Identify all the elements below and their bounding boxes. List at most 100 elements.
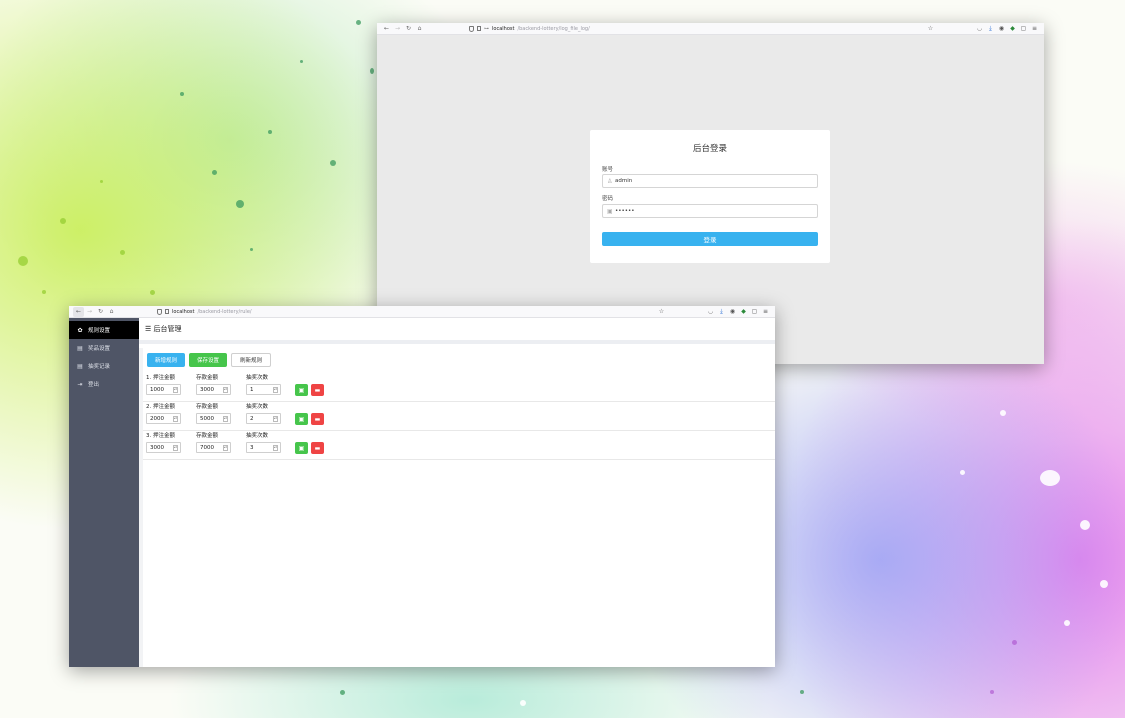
stepper-arrows-icon[interactable]: ▴▾ <box>173 387 178 393</box>
password-input[interactable]: ▣ •••••• <box>602 204 818 218</box>
bookmark-star-icon[interactable]: ☆ <box>925 24 936 34</box>
bet-amount-input[interactable]: 1000 ▴▾ <box>146 384 181 395</box>
refresh-rules-button[interactable]: 刷新规则 <box>231 353 272 367</box>
permissions-icon[interactable]: ⊶ <box>484 26 489 32</box>
bet-amount-input[interactable]: 3000 ▴▾ <box>146 442 181 453</box>
rules-toolbar: 新增规则 保存设置 刷新规则 <box>147 353 272 367</box>
draw-count-input[interactable]: 2 ▴▾ <box>246 413 281 424</box>
gear-icon: ✿ <box>77 326 83 334</box>
save-rule-button[interactable]: ▣ <box>295 413 308 425</box>
stepper-arrows-icon[interactable]: ▴▾ <box>223 445 228 451</box>
draw-count-input[interactable]: 3 ▴▾ <box>246 442 281 453</box>
reload-icon[interactable]: ↻ <box>403 24 414 34</box>
delete-rule-button[interactable]: ▬ <box>311 413 324 425</box>
rule-row: 3. 押注金额 3000 ▴▾ 存款金额 7000 ▴▾ 抽奖次数 3 ▴▾ ▣ ▬ <box>143 431 775 460</box>
floppy-icon: ▣ <box>298 444 305 452</box>
draw-count-label: 抽奖次数 <box>246 433 269 439</box>
back-icon[interactable]: ← <box>73 306 84 317</box>
add-rule-button[interactable]: 新增规则 <box>147 353 186 367</box>
sidebar-item-prizes[interactable]: ▤ 奖品设置 <box>69 339 139 357</box>
deposit-amount-input[interactable]: 7000 ▴▾ <box>196 442 231 453</box>
stepper-arrows-icon[interactable]: ▴▾ <box>273 387 278 393</box>
browser-toolbar: ← → ↻ ⌂ localhost/backend-lottery/rule/ … <box>69 306 775 318</box>
forward-icon[interactable]: → <box>84 307 95 317</box>
rules-list: 1. 押注金额 1000 ▴▾ 存款金额 3000 ▴▾ 抽奖次数 1 ▴▾ ▣ ▬ <box>143 373 775 460</box>
trash-icon: ▬ <box>314 386 321 394</box>
url-path: /backend-lottery/log_file_log/ <box>517 25 590 32</box>
bet-amount-label: 押注金额 <box>153 375 176 381</box>
rule-index: 3 <box>146 433 150 439</box>
account-value: admin <box>615 178 633 184</box>
url-path: /backend-lottery/rule/ <box>197 308 252 315</box>
floppy-icon: ▣ <box>298 415 305 423</box>
deposit-amount-label: 存款金额 <box>196 404 219 410</box>
trash-icon: ▬ <box>314 415 321 423</box>
address-bar[interactable]: ⊶ localhost/backend-lottery/log_file_log… <box>469 24 590 33</box>
extension-icon[interactable]: ◆ <box>1007 24 1018 34</box>
home-icon[interactable]: ⌂ <box>414 24 425 34</box>
deposit-amount-input[interactable]: 5000 ▴▾ <box>196 413 231 424</box>
save-rule-button[interactable]: ▣ <box>295 384 308 396</box>
save-settings-button[interactable]: 保存设置 <box>189 353 228 367</box>
main-content: ☰ 后台管理 新增规则 保存设置 刷新规则 1. 押注金额 1000 ▴▾ 存款金… <box>139 318 775 667</box>
url-host: localhost <box>172 308 195 315</box>
rule-row: 1. 押注金额 1000 ▴▾ 存款金额 3000 ▴▾ 抽奖次数 1 ▴▾ ▣ ▬ <box>143 373 775 402</box>
stepper-arrows-icon[interactable]: ▴▾ <box>273 445 278 451</box>
download-icon[interactable]: ⤓ <box>985 24 996 34</box>
sidebar-item-rules[interactable]: ✿ 规则设置 <box>69 321 139 339</box>
rule-index: 1 <box>146 375 150 381</box>
admin-page: ✿ 规则设置 ▤ 奖品设置 ▤ 抽奖记录 ⇥ 登出 ☰ 后台管理 新增规则 保存… <box>69 318 775 667</box>
delete-rule-button[interactable]: ▬ <box>311 442 324 454</box>
user-icon: ♙ <box>607 177 613 185</box>
extensions-puzzle-icon[interactable]: ▢ <box>1018 24 1029 34</box>
menu-icon[interactable]: ≡ <box>760 307 771 317</box>
table-icon: ▤ <box>77 344 83 352</box>
stepper-arrows-icon[interactable]: ▴▾ <box>173 445 178 451</box>
menu-icon[interactable]: ≡ <box>1029 24 1040 34</box>
save-rule-button[interactable]: ▣ <box>295 442 308 454</box>
extension-icon[interactable]: ◆ <box>738 307 749 317</box>
bet-amount-label: 押注金额 <box>153 404 176 410</box>
back-icon[interactable]: ← <box>381 24 392 34</box>
browser-toolbar: ← → ↻ ⌂ ⊶ localhost/backend-lottery/log_… <box>377 23 1044 35</box>
delete-rule-button[interactable]: ▬ <box>311 384 324 396</box>
stepper-arrows-icon[interactable]: ▴▾ <box>273 416 278 422</box>
download-icon[interactable]: ⤓ <box>716 307 727 317</box>
account-icon[interactable]: ◉ <box>727 307 738 317</box>
stepper-arrows-icon[interactable]: ▴▾ <box>223 387 228 393</box>
login-button[interactable]: 登录 <box>602 232 818 246</box>
deposit-amount-input[interactable]: 3000 ▴▾ <box>196 384 231 395</box>
pocket-icon[interactable]: ◡ <box>974 24 985 34</box>
account-input[interactable]: ♙ admin <box>602 174 818 188</box>
bet-amount-input[interactable]: 2000 ▴▾ <box>146 413 181 424</box>
rule-index: 2 <box>146 404 150 410</box>
admin-browser-window: ← → ↻ ⌂ localhost/backend-lottery/rule/ … <box>69 306 775 667</box>
page-icon <box>165 309 169 314</box>
table-icon: ▤ <box>77 362 83 370</box>
pocket-icon[interactable]: ◡ <box>705 307 716 317</box>
sidebar-item-logout[interactable]: ⇥ 登出 <box>69 375 139 393</box>
forward-icon[interactable]: → <box>392 24 403 34</box>
rule-row: 2. 押注金额 2000 ▴▾ 存款金额 5000 ▴▾ 抽奖次数 2 ▴▾ ▣ ▬ <box>143 402 775 431</box>
sidebar-item-label: 奖品设置 <box>88 346 111 352</box>
lock-icon: ▣ <box>607 207 613 215</box>
address-bar[interactable]: localhost/backend-lottery/rule/ <box>157 307 252 316</box>
page-title: ☰ 后台管理 <box>139 318 775 344</box>
draw-count-label: 抽奖次数 <box>246 404 269 410</box>
page-icon <box>477 26 481 31</box>
sidebar-item-records[interactable]: ▤ 抽奖记录 <box>69 357 139 375</box>
stepper-arrows-icon[interactable]: ▴▾ <box>223 416 228 422</box>
reload-icon[interactable]: ↻ <box>95 307 106 317</box>
sidebar-item-label: 抽奖记录 <box>88 364 111 370</box>
bookmark-star-icon[interactable]: ☆ <box>656 307 667 317</box>
floppy-icon: ▣ <box>298 386 305 394</box>
bet-amount-label: 押注金额 <box>153 433 176 439</box>
extensions-puzzle-icon[interactable]: ▢ <box>749 307 760 317</box>
stepper-arrows-icon[interactable]: ▴▾ <box>173 416 178 422</box>
password-label: 密码 <box>602 196 614 202</box>
url-host: localhost <box>492 25 515 32</box>
sidebar-item-label: 规则设置 <box>88 328 111 334</box>
draw-count-input[interactable]: 1 ▴▾ <box>246 384 281 395</box>
home-icon[interactable]: ⌂ <box>106 307 117 317</box>
account-icon[interactable]: ◉ <box>996 24 1007 34</box>
